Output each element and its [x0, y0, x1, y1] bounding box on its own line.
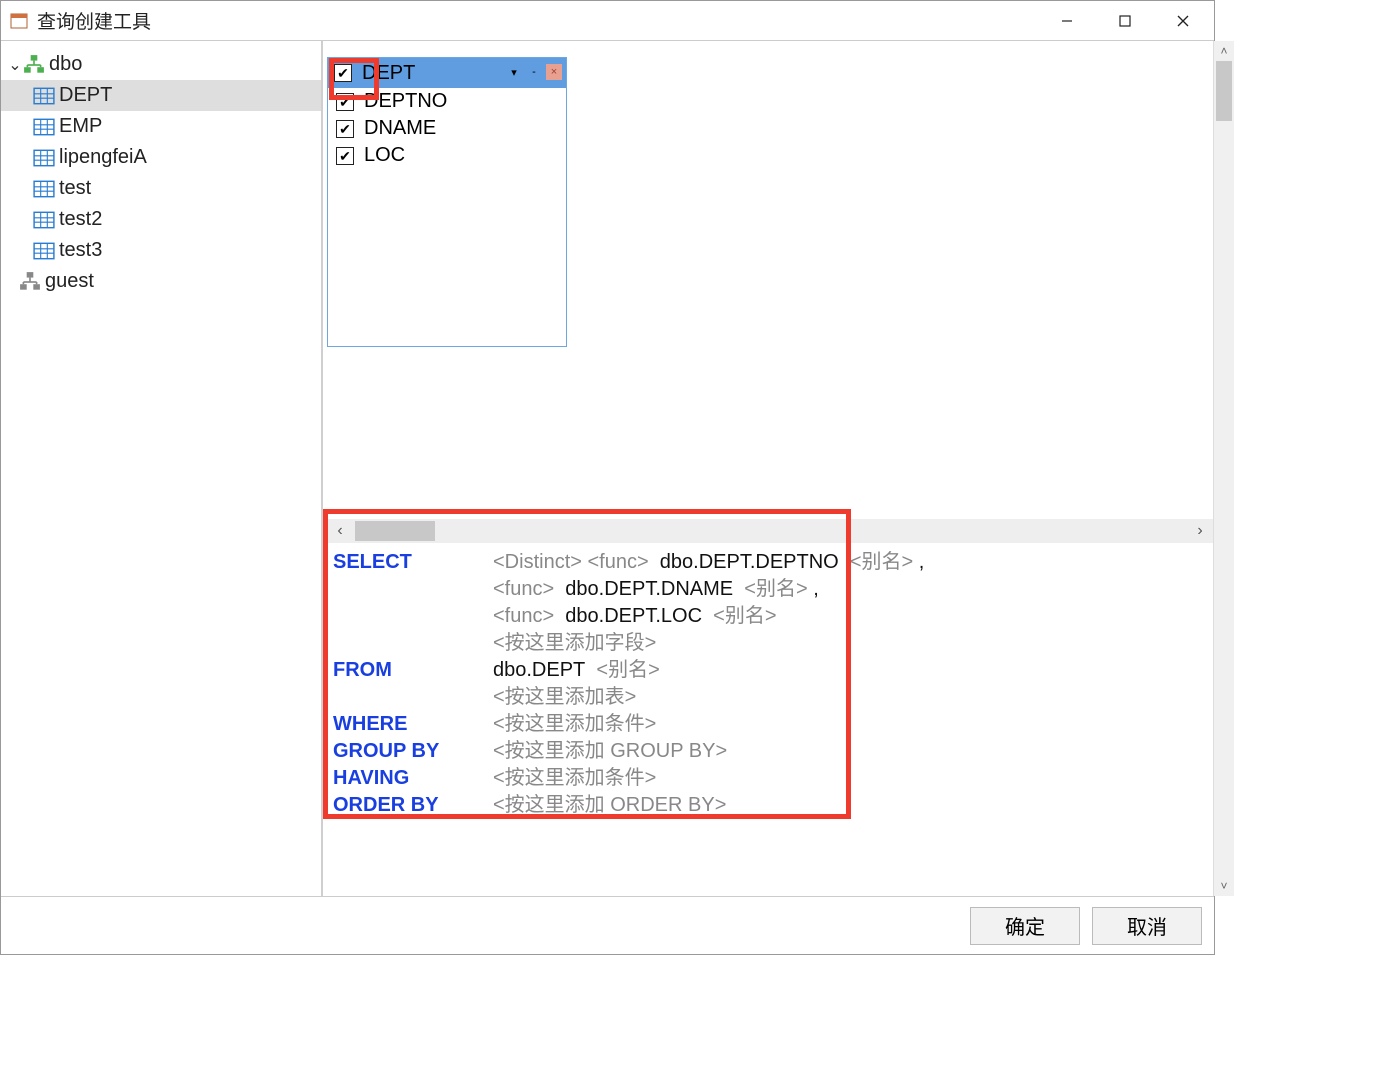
tree-node-table[interactable]: lipengfeiA	[1, 142, 321, 173]
alias-placeholder[interactable]: <别名>	[596, 659, 659, 681]
horizontal-scrollbar[interactable]: ‹ ›	[327, 519, 1213, 543]
column-checkbox[interactable]: ✔	[336, 93, 354, 111]
table-widget[interactable]: ✔ DEPT ▾ - × ✔ DEPTNO ✔ DNAME	[327, 57, 567, 347]
close-icon[interactable]: ×	[546, 64, 562, 80]
ok-button[interactable]: 确定	[970, 907, 1080, 945]
sql-orderby-row[interactable]: ORDER BY <按这里添加 ORDER BY>	[333, 792, 1205, 819]
dialog-footer: 确定 取消	[1, 896, 1214, 954]
schema-tree: ⌄ dbo DEPT EMP lipengfeiA	[1, 41, 323, 896]
orderby-keyword: ORDER BY	[333, 792, 493, 819]
column-label: LOC	[364, 144, 405, 167]
dropdown-icon[interactable]: ▾	[506, 64, 522, 80]
table-widget-title: DEPT	[362, 62, 415, 85]
field-name[interactable]: dbo.DEPT.DNAME	[565, 578, 733, 600]
column-row[interactable]: ✔ LOC	[328, 142, 566, 169]
cancel-button[interactable]: 取消	[1092, 907, 1202, 945]
titlebar: 查询创建工具	[1, 1, 1214, 41]
add-field-placeholder[interactable]: <按这里添加字段>	[493, 630, 1205, 657]
table-icon	[33, 210, 55, 230]
field-name[interactable]: dbo.DEPT.DEPTNO	[660, 551, 839, 573]
scroll-left-icon[interactable]: ‹	[327, 519, 353, 543]
sql-select-item[interactable]: <func> dbo.DEPT.DNAME <别名> ,	[493, 576, 1205, 603]
tree-node-table[interactable]: test	[1, 173, 321, 204]
table-icon	[33, 117, 55, 137]
close-button[interactable]	[1154, 2, 1212, 40]
func-placeholder[interactable]: <func>	[493, 578, 554, 600]
maximize-button[interactable]	[1096, 2, 1154, 40]
func-placeholder[interactable]: <func>	[588, 551, 649, 573]
alias-placeholder[interactable]: <别名>	[744, 578, 807, 600]
window-controls	[1038, 2, 1212, 40]
tree-label: guest	[45, 270, 94, 293]
minimize-button[interactable]	[1038, 2, 1096, 40]
tree-label: test	[59, 177, 91, 200]
sql-select-item[interactable]: <func> dbo.DEPT.LOC <别名>	[493, 603, 1205, 630]
tree-label: test2	[59, 208, 102, 231]
tree-label: test3	[59, 239, 102, 262]
sql-from-row[interactable]: FROM dbo.DEPT <别名>	[333, 657, 1205, 684]
table-icon	[33, 86, 55, 106]
app-icon	[9, 11, 29, 31]
tree-label: DEPT	[59, 84, 112, 107]
scroll-down-icon[interactable]: ˅	[1214, 876, 1234, 896]
table-widget-controls: ▾ - ×	[506, 64, 562, 80]
sql-groupby-row[interactable]: GROUP BY <按这里添加 GROUP BY>	[333, 738, 1205, 765]
sql-select-row[interactable]: SELECT <Distinct> <func> dbo.DEPT.DEPTNO…	[333, 549, 1205, 576]
query-builder-window: 查询创建工具 ⌄ dbo	[0, 0, 1215, 955]
select-all-checkbox[interactable]: ✔	[334, 64, 352, 82]
schema-icon	[23, 55, 45, 75]
sql-where-row[interactable]: WHERE <按这里添加条件>	[333, 711, 1205, 738]
alias-placeholder[interactable]: <别名>	[713, 605, 776, 627]
design-canvas: ✔ DEPT ▾ - × ✔ DEPTNO ✔ DNAME	[323, 41, 1214, 896]
table-icon	[33, 148, 55, 168]
column-label: DNAME	[364, 117, 436, 140]
tree-node-schema[interactable]: guest	[1, 266, 321, 297]
table-icon	[33, 179, 55, 199]
tree-children: DEPT EMP lipengfeiA test test2	[1, 80, 321, 266]
scroll-thumb[interactable]	[355, 521, 435, 541]
column-row[interactable]: ✔ DEPTNO	[328, 88, 566, 115]
minimize-icon[interactable]: -	[526, 64, 542, 80]
having-keyword: HAVING	[333, 765, 493, 792]
sql-having-row[interactable]: HAVING <按这里添加条件>	[333, 765, 1205, 792]
column-label: DEPTNO	[364, 90, 447, 113]
groupby-keyword: GROUP BY	[333, 738, 493, 765]
tree-node-table[interactable]: DEPT	[1, 80, 321, 111]
vertical-scrollbar[interactable]: ˄ ˅	[1214, 41, 1234, 896]
table-widget-header[interactable]: ✔ DEPT ▾ - ×	[328, 58, 566, 88]
tree-label: dbo	[49, 53, 82, 76]
tree-label: lipengfeiA	[59, 146, 147, 169]
scroll-up-icon[interactable]: ˄	[1214, 41, 1234, 61]
scroll-right-icon[interactable]: ›	[1187, 519, 1213, 543]
tree-node-table[interactable]: test2	[1, 204, 321, 235]
column-checkbox[interactable]: ✔	[336, 120, 354, 138]
table-icon	[33, 241, 55, 261]
column-checkbox[interactable]: ✔	[336, 147, 354, 165]
add-condition-placeholder[interactable]: <按这里添加条件>	[493, 765, 656, 792]
distinct-placeholder[interactable]: <Distinct>	[493, 551, 582, 573]
column-row[interactable]: ✔ DNAME	[328, 115, 566, 142]
from-keyword: FROM	[333, 657, 493, 684]
add-orderby-placeholder[interactable]: <按这里添加 ORDER BY>	[493, 792, 726, 819]
add-groupby-placeholder[interactable]: <按这里添加 GROUP BY>	[493, 738, 727, 765]
alias-placeholder[interactable]: <别名>	[850, 551, 913, 573]
tree-label: EMP	[59, 115, 102, 138]
window-title: 查询创建工具	[37, 7, 1038, 34]
add-condition-placeholder[interactable]: <按这里添加条件>	[493, 711, 656, 738]
func-placeholder[interactable]: <func>	[493, 605, 554, 627]
scroll-thumb[interactable]	[1216, 61, 1232, 121]
tree-node-table[interactable]: test3	[1, 235, 321, 266]
schema-icon	[19, 272, 41, 292]
from-table[interactable]: dbo.DEPT	[493, 659, 585, 681]
field-name[interactable]: dbo.DEPT.LOC	[565, 605, 702, 627]
add-table-placeholder[interactable]: <按这里添加表>	[493, 684, 1205, 711]
sql-builder-pane: SELECT <Distinct> <func> dbo.DEPT.DEPTNO…	[327, 543, 1213, 825]
chevron-down-icon[interactable]: ⌄	[7, 55, 23, 75]
tree-node-table[interactable]: EMP	[1, 111, 321, 142]
body-area: ⌄ dbo DEPT EMP lipengfeiA	[1, 41, 1214, 896]
where-keyword: WHERE	[333, 711, 493, 738]
select-keyword: SELECT	[333, 549, 493, 576]
tree-node-schema[interactable]: ⌄ dbo	[1, 49, 321, 80]
